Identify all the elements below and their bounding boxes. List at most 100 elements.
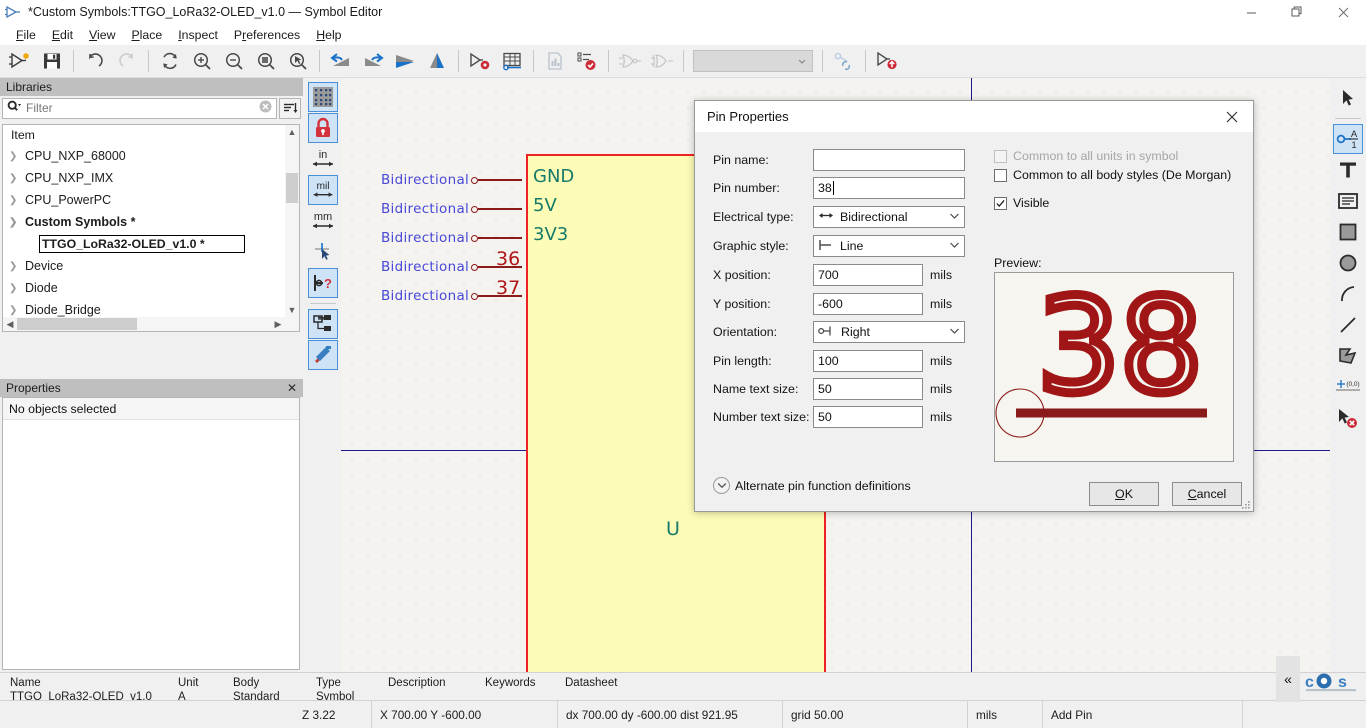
units-millimeters-icon[interactable]: mm: [308, 206, 338, 236]
undo-icon[interactable]: [79, 46, 111, 77]
tree-item-device[interactable]: ❯ Device: [3, 255, 299, 277]
graphic-style-select[interactable]: Line: [813, 235, 965, 257]
zoom-out-icon[interactable]: [218, 46, 250, 77]
search-input[interactable]: Filter: [2, 97, 277, 119]
symbol-properties-icon[interactable]: [464, 46, 496, 77]
scroll-left-icon[interactable]: ◀: [3, 319, 17, 330]
chevron-right-icon[interactable]: ❯: [9, 151, 25, 162]
ok-button[interactable]: OK: [1089, 482, 1159, 506]
chevron-right-icon[interactable]: ❯: [9, 195, 25, 206]
y-position-input[interactable]: -600: [813, 293, 923, 315]
tree-item-custom-symbols[interactable]: ❯ Custom Symbols *: [3, 211, 299, 233]
zoom-area-icon[interactable]: [282, 46, 314, 77]
add-textbox-icon[interactable]: [1333, 186, 1363, 216]
chevron-down-icon[interactable]: ❯: [9, 217, 25, 228]
name-text-size-input[interactable]: 50: [813, 378, 923, 400]
export-symbol-icon[interactable]: [871, 46, 903, 77]
menu-edit[interactable]: Edit: [44, 26, 81, 44]
tree-horizontal-scrollbar[interactable]: ◀ ▶: [3, 317, 285, 331]
tree-item-ttgo-lora32-oled[interactable]: TTGO_LoRa32-OLED_v1.0 *: [3, 233, 299, 255]
refresh-icon[interactable]: [154, 46, 186, 77]
scroll-down-icon[interactable]: ▼: [285, 303, 299, 317]
orientation-select[interactable]: Right: [813, 321, 965, 343]
mirror-vertical-icon[interactable]: [421, 46, 453, 77]
tree-item-cpu-nxp-imx[interactable]: ❯ CPU_NXP_IMX: [3, 167, 299, 189]
scroll-right-icon[interactable]: ▶: [271, 319, 285, 330]
chevron-down-icon[interactable]: [949, 327, 960, 337]
zoom-fit-icon[interactable]: [250, 46, 282, 77]
sort-icon[interactable]: [279, 97, 301, 119]
toggle-grid-icon[interactable]: [308, 82, 338, 112]
dialog-resize-grip[interactable]: [1240, 498, 1250, 509]
menu-place[interactable]: Place: [123, 26, 170, 44]
menu-inspect[interactable]: Inspect: [170, 26, 226, 44]
add-text-icon[interactable]: [1333, 155, 1363, 185]
chevron-down-icon[interactable]: [949, 241, 960, 251]
chevron-right-icon[interactable]: ❯: [9, 261, 25, 272]
menu-help[interactable]: Help: [308, 26, 349, 44]
cancel-button[interactable]: Cancel: [1172, 482, 1242, 506]
units-inches-icon[interactable]: in: [308, 144, 338, 174]
collapse-panel-button[interactable]: «: [1276, 656, 1300, 702]
pin-name-input[interactable]: [813, 149, 965, 171]
electrical-type-select[interactable]: Bidirectional: [813, 206, 965, 228]
show-pin-electrical-type-icon[interactable]: ?: [308, 268, 338, 298]
add-pin-icon[interactable]: A 1: [1333, 124, 1363, 154]
pin-row-3v3[interactable]: Bidirectional: [381, 230, 523, 246]
scroll-thumb-h[interactable]: [17, 318, 137, 330]
rotate-cw-icon[interactable]: [357, 46, 389, 77]
show-properties-icon[interactable]: [308, 340, 338, 370]
common-body-styles-checkbox[interactable]: [994, 168, 1007, 182]
pin-length-input[interactable]: 100: [813, 350, 923, 372]
tree-item-cpu-nxp-68000[interactable]: ❯ CPU_NXP_68000: [3, 145, 299, 167]
minimize-button[interactable]: [1228, 0, 1274, 24]
number-text-size-input[interactable]: 50: [813, 406, 923, 428]
add-rectangle-icon[interactable]: [1333, 217, 1363, 247]
pin-row-gnd[interactable]: Bidirectional: [381, 172, 523, 188]
units-mils-icon[interactable]: mil: [308, 175, 338, 205]
add-polygon-icon[interactable]: [1333, 341, 1363, 371]
menu-preferences[interactable]: Preferences: [226, 26, 308, 44]
menu-view[interactable]: View: [81, 26, 123, 44]
x-position-input[interactable]: 700: [813, 264, 923, 286]
chevron-down-circle-icon[interactable]: [713, 477, 730, 494]
set-anchor-icon[interactable]: (0,0): [1333, 372, 1363, 402]
close-icon[interactable]: ✕: [287, 381, 297, 395]
tree-item-diode[interactable]: ❯ Diode: [3, 277, 299, 299]
tree-vertical-scrollbar[interactable]: ▲ ▼: [285, 125, 299, 331]
scroll-thumb[interactable]: [286, 173, 298, 203]
mirror-horizontal-icon[interactable]: [389, 46, 421, 77]
zoom-in-icon[interactable]: [186, 46, 218, 77]
pin-properties-dialog[interactable]: Pin Properties Pin name: Pin number: 38 …: [694, 100, 1254, 512]
select-tool-icon[interactable]: [1333, 83, 1363, 113]
visible-checkbox[interactable]: [994, 196, 1007, 210]
clear-icon[interactable]: [259, 100, 272, 116]
save-icon[interactable]: [36, 46, 68, 77]
pin-row-5v[interactable]: Bidirectional: [381, 201, 523, 217]
add-arc-icon[interactable]: [1333, 279, 1363, 309]
pin-table-icon[interactable]: [496, 46, 528, 77]
close-button[interactable]: [1320, 0, 1366, 24]
tree-item-cpu-powerpc[interactable]: ❯ CPU_PowerPC: [3, 189, 299, 211]
chevron-right-icon[interactable]: ❯: [9, 173, 25, 184]
chevron-right-icon[interactable]: ❯: [9, 305, 25, 316]
rotate-ccw-icon[interactable]: [325, 46, 357, 77]
menu-file[interactable]: FFileile: [8, 26, 44, 44]
toggle-cursor-icon[interactable]: [308, 237, 338, 267]
chevron-right-icon[interactable]: ❯: [9, 283, 25, 294]
chevron-down-icon[interactable]: [949, 212, 960, 222]
visible-checkbox-row[interactable]: Visible: [994, 196, 1049, 210]
libraries-tree[interactable]: Item ❯ CPU_NXP_68000 ❯ CPU_NXP_IMX ❯ CPU…: [2, 124, 300, 332]
show-tree-hierarchy-icon[interactable]: [308, 309, 338, 339]
new-symbol-icon[interactable]: [4, 46, 36, 77]
pin-number-input[interactable]: 38: [813, 177, 965, 199]
unit-selector-combo[interactable]: [693, 50, 813, 72]
add-line-icon[interactable]: [1333, 310, 1363, 340]
alternate-pin-functions-toggle[interactable]: Alternate pin function definitions: [713, 477, 911, 494]
check-symbol-icon[interactable]: [571, 46, 603, 77]
delete-tool-icon[interactable]: [1333, 403, 1363, 433]
scroll-up-icon[interactable]: ▲: [285, 125, 299, 139]
add-circle-icon[interactable]: [1333, 248, 1363, 278]
common-body-styles-checkbox-row[interactable]: Common to all body styles (De Morgan): [994, 168, 1231, 182]
pin-lock-icon[interactable]: [308, 113, 338, 143]
